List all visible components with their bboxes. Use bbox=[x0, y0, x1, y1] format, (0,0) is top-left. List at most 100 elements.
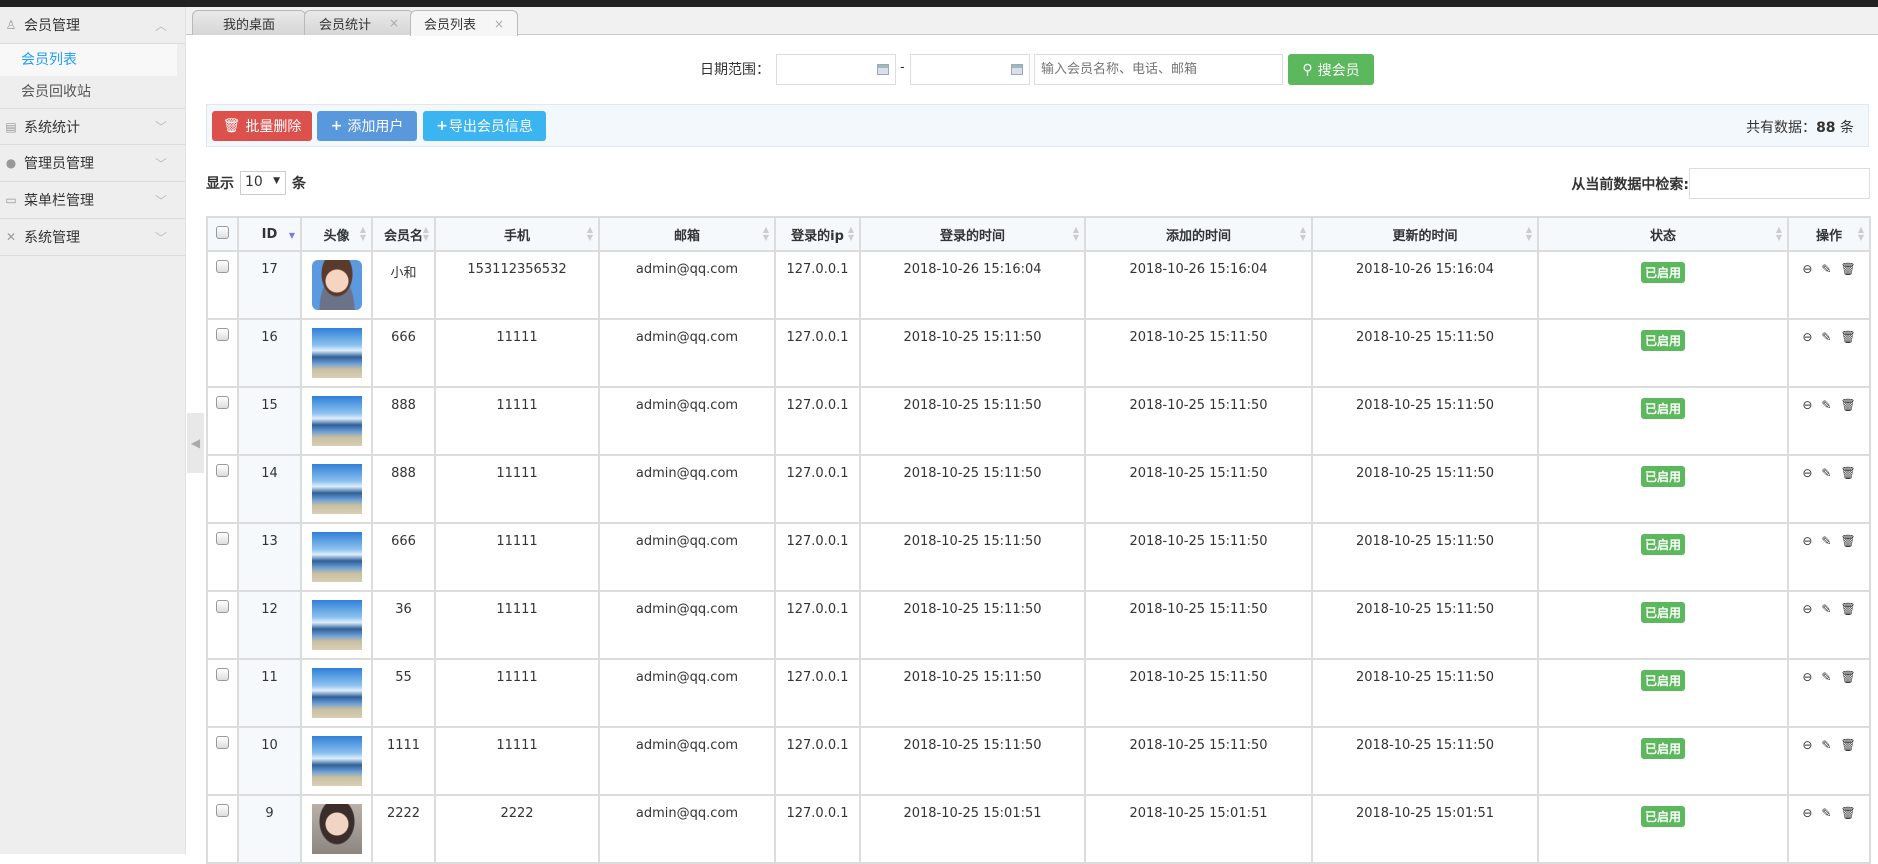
menu-system-stats[interactable]: ▤ 系统统计 ﹀ bbox=[0, 108, 185, 145]
column-header[interactable]: 登录的时间 ▲ ▼ bbox=[859, 216, 1086, 252]
cell-updated: 2018-10-25 15:11:50 bbox=[1311, 454, 1539, 524]
cell-name: 1111 bbox=[371, 726, 436, 796]
tools-icon: ✕ bbox=[5, 230, 17, 244]
batch-delete-button[interactable]: 🗑 批量删除 bbox=[212, 111, 312, 141]
table-filter-input[interactable] bbox=[1689, 168, 1870, 199]
row-checkbox[interactable] bbox=[216, 328, 229, 341]
column-header[interactable]: 头像 ▲ ▼ bbox=[300, 216, 373, 252]
tab-member-list[interactable]: 会员列表 × bbox=[410, 10, 518, 36]
column-header-label: 登录的ip bbox=[791, 228, 844, 244]
menu-item-member-list[interactable]: 会员列表 bbox=[0, 44, 177, 76]
edit-icon[interactable]: ✎ bbox=[1821, 806, 1831, 820]
edit-icon[interactable]: ✎ bbox=[1821, 738, 1831, 752]
row-checkbox[interactable] bbox=[216, 668, 229, 681]
name-text: 666 bbox=[391, 330, 416, 345]
table-row: 9 2222 2222 admin@qq.com 127.0.0.1 2018-10-25… bbox=[206, 794, 1871, 864]
edit-icon[interactable]: ✎ bbox=[1821, 466, 1831, 480]
disable-icon[interactable]: ⊖ bbox=[1802, 398, 1812, 412]
row-checkbox[interactable] bbox=[216, 464, 229, 477]
tab-desktop[interactable]: 我的桌面 bbox=[192, 10, 306, 35]
toolbar: 🗑 批量删除 + 添加用户 + 导出会员信息 共有数据：88 条 bbox=[206, 104, 1869, 147]
caret-left-icon: ◀ bbox=[190, 436, 201, 450]
delete-icon[interactable]: 🗑 bbox=[1840, 806, 1855, 820]
column-header[interactable]: 更新的时间 ▲ ▼ bbox=[1311, 216, 1539, 252]
email-text: admin@qq.com bbox=[635, 330, 739, 345]
row-checkbox-cell bbox=[206, 794, 239, 864]
row-checkbox[interactable] bbox=[216, 804, 229, 817]
delete-icon[interactable]: 🗑 bbox=[1840, 330, 1855, 344]
keyword-search-input[interactable] bbox=[1034, 54, 1283, 85]
delete-icon[interactable]: 🗑 bbox=[1840, 262, 1855, 276]
delete-icon[interactable]: 🗑 bbox=[1840, 398, 1855, 412]
disable-icon[interactable]: ⊖ bbox=[1802, 602, 1812, 616]
sidebar-collapse-handle[interactable]: ◀ bbox=[187, 413, 204, 473]
select-all-checkbox[interactable] bbox=[206, 216, 239, 252]
delete-icon[interactable]: 🗑 bbox=[1840, 738, 1855, 752]
column-header[interactable]: 登录的ip ▲ ▼ bbox=[774, 216, 861, 252]
updated-text: 2018-10-25 15:11:50 bbox=[1355, 466, 1495, 481]
updated-text: 2018-10-25 15:11:50 bbox=[1355, 534, 1495, 549]
edit-icon[interactable]: ✎ bbox=[1821, 262, 1831, 276]
chevron-down-icon: ﹀ bbox=[154, 120, 167, 134]
calendar-icon bbox=[1011, 64, 1023, 75]
row-checkbox[interactable] bbox=[216, 600, 229, 613]
end-date-input[interactable] bbox=[910, 54, 1030, 85]
search-member-button[interactable]: ⚲ 搜会员 bbox=[1288, 54, 1374, 85]
cell-added: 2018-10-25 15:11:50 bbox=[1084, 658, 1313, 728]
row-checkbox[interactable] bbox=[216, 532, 229, 545]
row-checkbox-cell bbox=[206, 590, 239, 660]
column-header[interactable]: 邮箱 ▲ ▼ bbox=[598, 216, 776, 252]
column-header[interactable]: 手机 ▲ ▼ bbox=[434, 216, 600, 252]
cell-ip: 127.0.0.1 bbox=[774, 250, 861, 320]
start-date-input[interactable] bbox=[776, 54, 896, 85]
cell-ops: ⊖ ✎ 🗑 bbox=[1787, 250, 1871, 320]
menu-system-management[interactable]: ✕ 系统管理 ﹀ bbox=[0, 219, 185, 256]
column-header[interactable]: 添加的时间 ▲ ▼ bbox=[1084, 216, 1313, 252]
disable-icon[interactable]: ⊖ bbox=[1802, 670, 1812, 684]
column-header[interactable]: 会员名 ▲ ▼ bbox=[371, 216, 436, 252]
disable-icon[interactable]: ⊖ bbox=[1802, 806, 1812, 820]
close-icon[interactable]: × bbox=[494, 17, 504, 31]
cell-email: admin@qq.com bbox=[598, 658, 776, 728]
delete-icon[interactable]: 🗑 bbox=[1840, 602, 1855, 616]
add-user-button[interactable]: + 添加用户 bbox=[317, 111, 417, 141]
delete-icon[interactable]: 🗑 bbox=[1840, 534, 1855, 548]
column-header[interactable]: 操作 ▲ ▼ bbox=[1787, 216, 1871, 252]
sort-icon: ▲ ▼ bbox=[1525, 225, 1532, 242]
edit-icon[interactable]: ✎ bbox=[1821, 670, 1831, 684]
export-button[interactable]: + 导出会员信息 bbox=[423, 111, 546, 141]
menu-menubar-management[interactable]: ▭ 菜单栏管理 ﹀ bbox=[0, 182, 185, 219]
column-header[interactable]: ID ▼ bbox=[237, 216, 302, 252]
disable-icon[interactable]: ⊖ bbox=[1802, 330, 1812, 344]
delete-icon[interactable]: 🗑 bbox=[1840, 466, 1855, 480]
avatar-image bbox=[311, 396, 362, 446]
row-checkbox[interactable] bbox=[216, 396, 229, 409]
delete-icon[interactable]: 🗑 bbox=[1840, 670, 1855, 684]
edit-icon[interactable]: ✎ bbox=[1821, 330, 1831, 344]
updated-text: 2018-10-25 15:11:50 bbox=[1355, 398, 1495, 413]
updated-text: 2018-10-25 15:11:50 bbox=[1355, 330, 1495, 345]
edit-icon[interactable]: ✎ bbox=[1821, 534, 1831, 548]
page-length-select[interactable]: 10 ▼ bbox=[240, 171, 286, 195]
close-icon[interactable]: × bbox=[389, 16, 399, 30]
disable-icon[interactable]: ⊖ bbox=[1802, 466, 1812, 480]
column-header[interactable]: 状态 ▲ ▼ bbox=[1537, 216, 1789, 252]
row-checkbox[interactable] bbox=[216, 260, 229, 273]
edit-icon[interactable]: ✎ bbox=[1821, 602, 1831, 616]
status-badge: 已启用 bbox=[1640, 534, 1685, 555]
disable-icon[interactable]: ⊖ bbox=[1802, 262, 1812, 276]
row-checkbox[interactable] bbox=[216, 736, 229, 749]
user-badge-icon: ♙ bbox=[5, 18, 17, 32]
menu-member-management[interactable]: ♙ 会员管理 ︿ bbox=[0, 7, 185, 44]
tab-member-stats[interactable]: 会员统计 × bbox=[304, 10, 414, 35]
disable-icon[interactable]: ⊖ bbox=[1802, 534, 1812, 548]
cell-id: 14 bbox=[237, 454, 302, 524]
email-text: admin@qq.com bbox=[635, 602, 739, 617]
added-text: 2018-10-25 15:11:50 bbox=[1129, 602, 1268, 617]
menu-admin-management[interactable]: ● 管理员管理 ﹀ bbox=[0, 145, 185, 182]
checkbox[interactable] bbox=[216, 225, 229, 239]
menu-item-member-recycle[interactable]: 会员回收站 bbox=[0, 76, 185, 108]
edit-icon[interactable]: ✎ bbox=[1821, 398, 1831, 412]
disable-icon[interactable]: ⊖ bbox=[1802, 738, 1812, 752]
email-text: admin@qq.com bbox=[635, 466, 739, 481]
